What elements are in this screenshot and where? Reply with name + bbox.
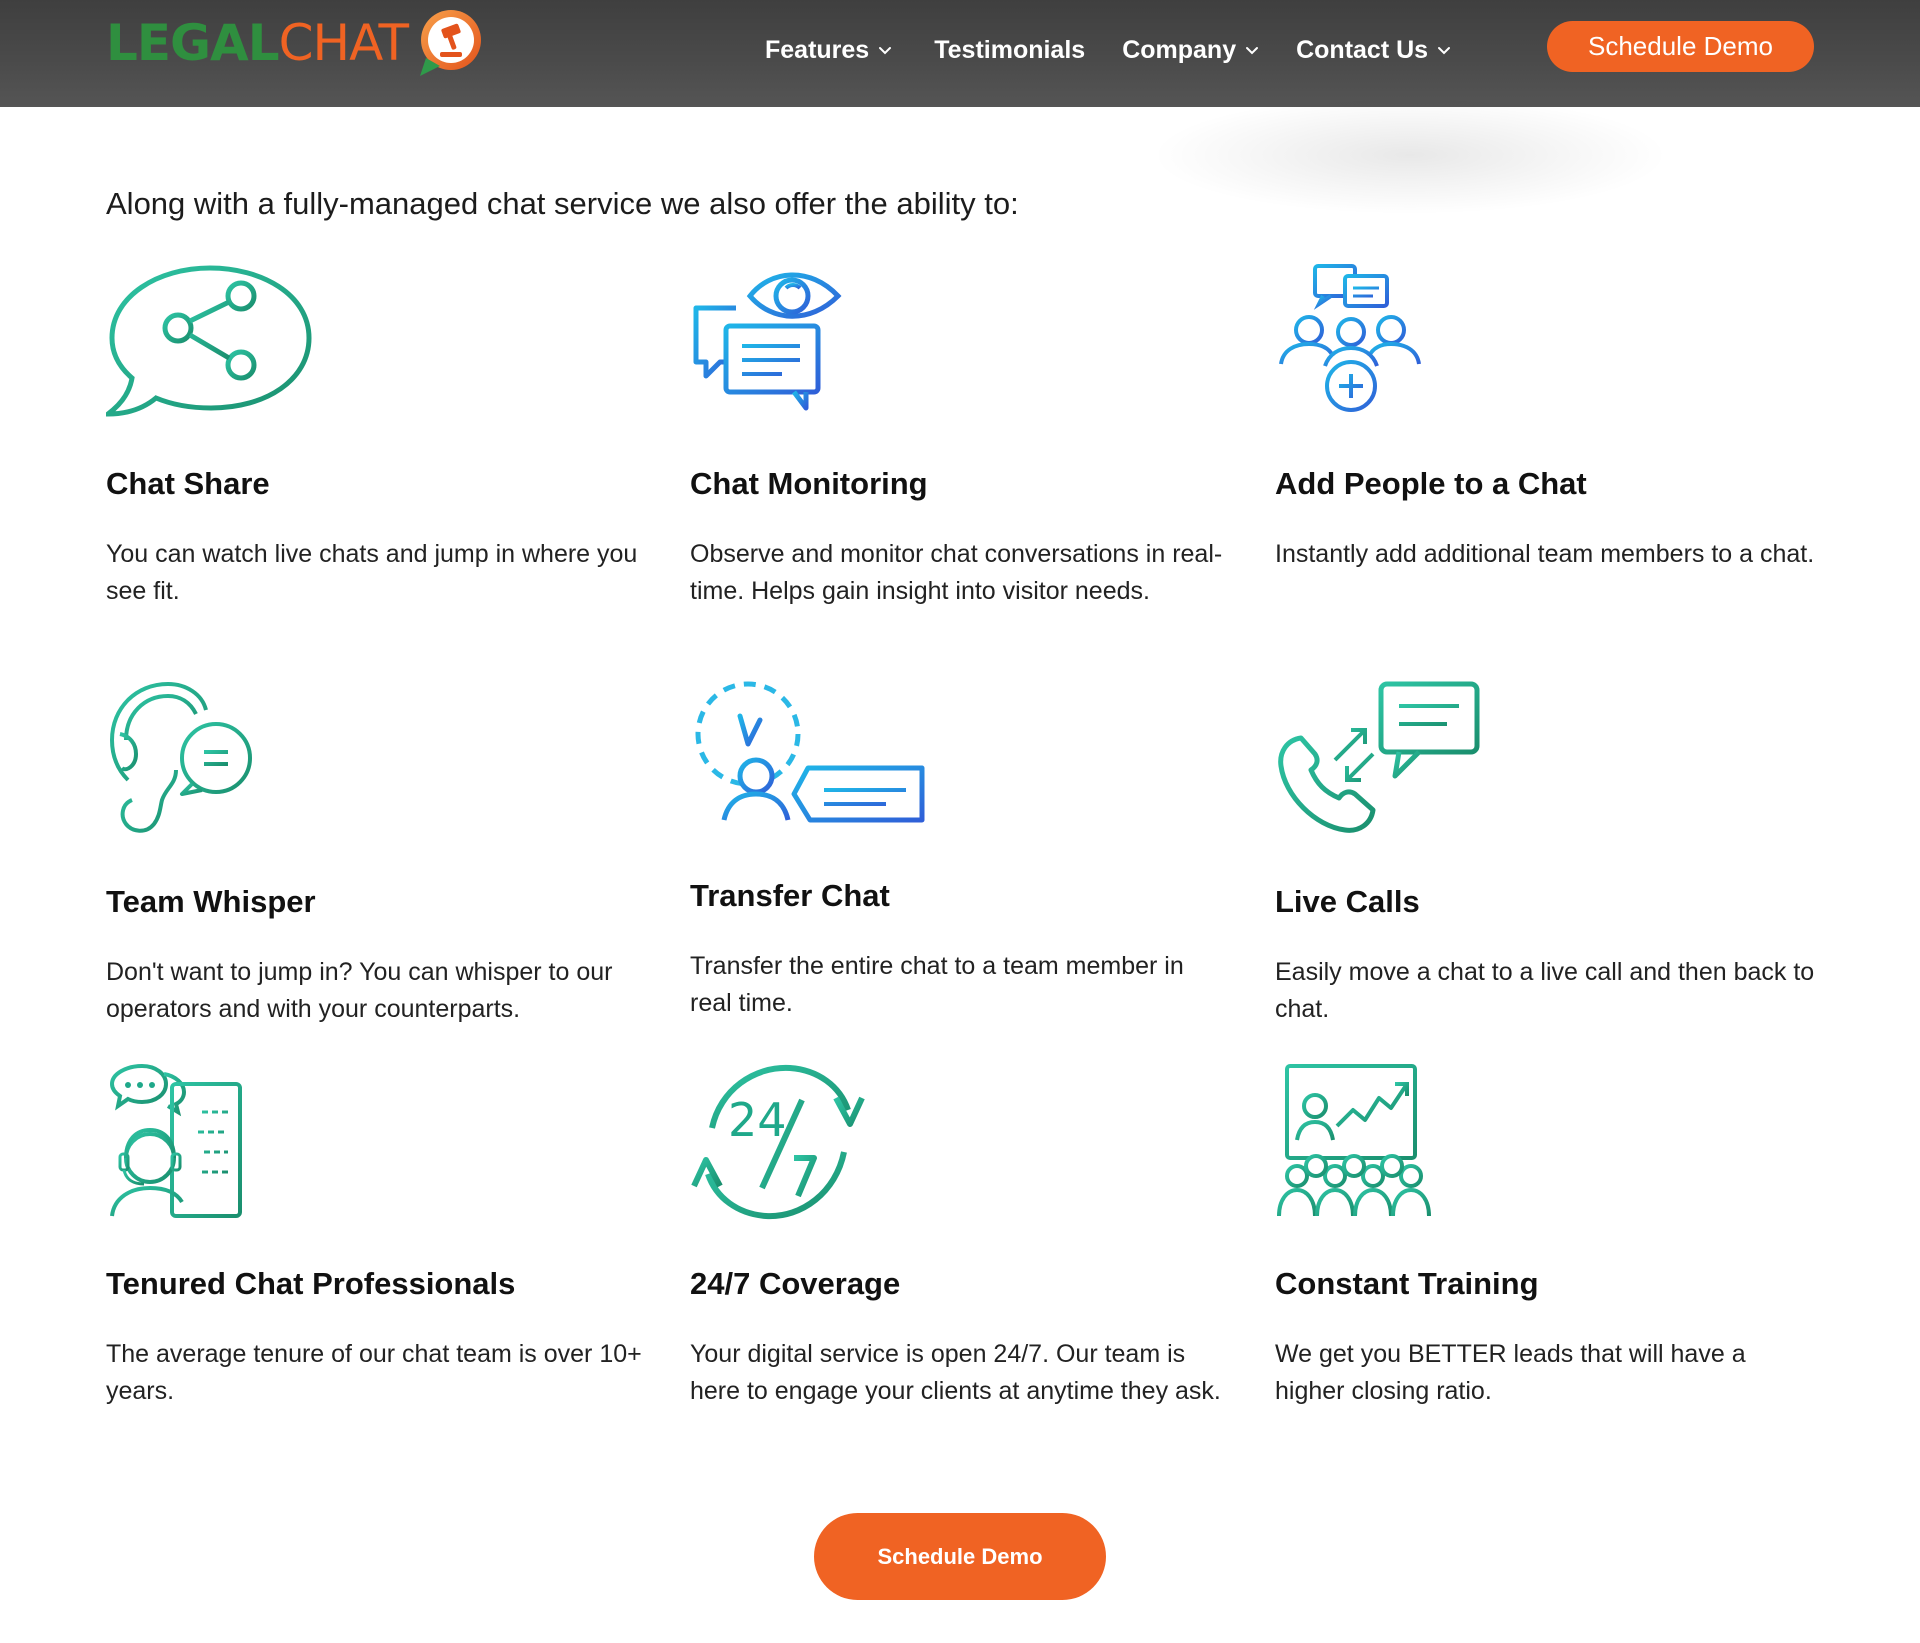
feature-title: Live Calls — [1275, 884, 1420, 919]
feature-live-calls: Live Calls Easily move a chat to a live … — [1275, 680, 1815, 1040]
top-navigation-bar: LEGAL CHAT Features Testimonials Company… — [0, 0, 1920, 107]
feature-add-people: Add People to a Chat Instantly add addit… — [1275, 262, 1815, 622]
feature-title: Transfer Chat — [690, 878, 890, 913]
feature-title: Chat Monitoring — [690, 466, 928, 501]
feature-title: Constant Training — [1275, 1266, 1539, 1301]
chevron-down-icon — [1438, 47, 1451, 55]
feature-description: Easily move a chat to a live call and th… — [1275, 958, 1815, 1023]
feature-description: The average tenure of our chat team is o… — [106, 1340, 642, 1405]
intro-text: Along with a fully-managed chat service … — [106, 186, 1019, 221]
coverage-24-7-icon: 24 — [691, 1064, 865, 1220]
feature-24-7-coverage: 24 24/7 Coverage Your digital service is… — [690, 1062, 1230, 1442]
header-shadow-decoration — [1150, 95, 1670, 215]
legalchat-logo[interactable]: LEGAL CHAT — [106, 8, 488, 78]
gavel-chat-bubble-icon — [420, 10, 481, 76]
feature-title: Team Whisper — [106, 884, 316, 919]
schedule-demo-button[interactable]: Schedule Demo — [814, 1513, 1106, 1600]
live-calls-icon — [1278, 681, 1480, 833]
feature-transfer-chat: Transfer Chat Transfer the entire chat t… — [690, 680, 1230, 1040]
nav-features[interactable]: Features — [765, 36, 892, 65]
nav-testimonials[interactable]: Testimonials — [934, 36, 1085, 65]
icon-text-24: 24 — [728, 1093, 787, 1147]
feature-title: Chat Share — [106, 466, 270, 501]
feature-description: You can watch live chats and jump in whe… — [106, 540, 638, 605]
nav-features-label: Features — [765, 35, 870, 64]
add-people-icon — [1279, 264, 1421, 412]
team-whisper-icon — [109, 681, 252, 833]
main-nav: Features Testimonials Company Contact Us — [765, 30, 1451, 70]
chevron-down-icon — [1246, 47, 1259, 55]
feature-chat-monitoring: Chat Monitoring Observe and monitor chat… — [690, 262, 1230, 642]
chat-monitoring-icon — [693, 272, 842, 411]
chevron-down-icon — [879, 47, 892, 55]
feature-tenured-professionals: Tenured Chat Professionals The average t… — [106, 1062, 646, 1422]
feature-description: Instantly add additional team members to… — [1275, 540, 1815, 568]
nav-testimonials-label: Testimonials — [934, 35, 1086, 64]
chat-share-icon — [106, 265, 312, 417]
feature-title: Add People to a Chat — [1275, 466, 1587, 501]
schedule-demo-header-button[interactable]: Schedule Demo — [1547, 21, 1814, 72]
logo-text-chat: CHAT — [278, 14, 409, 72]
feature-title: 24/7 Coverage — [690, 1266, 901, 1301]
feature-chat-share: Chat Share You can watch live chats and … — [106, 262, 646, 622]
feature-description: We get you BETTER leads that will have a… — [1275, 1340, 1746, 1405]
nav-contact-us[interactable]: Contact Us — [1296, 36, 1451, 65]
nav-company-label: Company — [1122, 35, 1237, 64]
feature-title: Tenured Chat Professionals — [106, 1266, 516, 1301]
training-icon — [1277, 1064, 1431, 1217]
feature-constant-training: Constant Training We get you BETTER lead… — [1275, 1062, 1815, 1422]
chat-professional-icon — [109, 1063, 242, 1218]
nav-contact-us-label: Contact Us — [1296, 35, 1429, 64]
feature-description: Transfer the entire chat to a team membe… — [690, 952, 1184, 1017]
logo-text-legal: LEGAL — [106, 14, 280, 72]
feature-description: Observe and monitor chat conversations i… — [690, 540, 1223, 605]
feature-description: Don't want to jump in? You can whisper t… — [106, 958, 613, 1023]
nav-company[interactable]: Company — [1122, 36, 1259, 65]
transfer-chat-icon — [695, 681, 925, 823]
feature-team-whisper: Team Whisper Don't want to jump in? You … — [106, 680, 646, 1040]
feature-description: Your digital service is open 24/7. Our t… — [690, 1340, 1221, 1405]
